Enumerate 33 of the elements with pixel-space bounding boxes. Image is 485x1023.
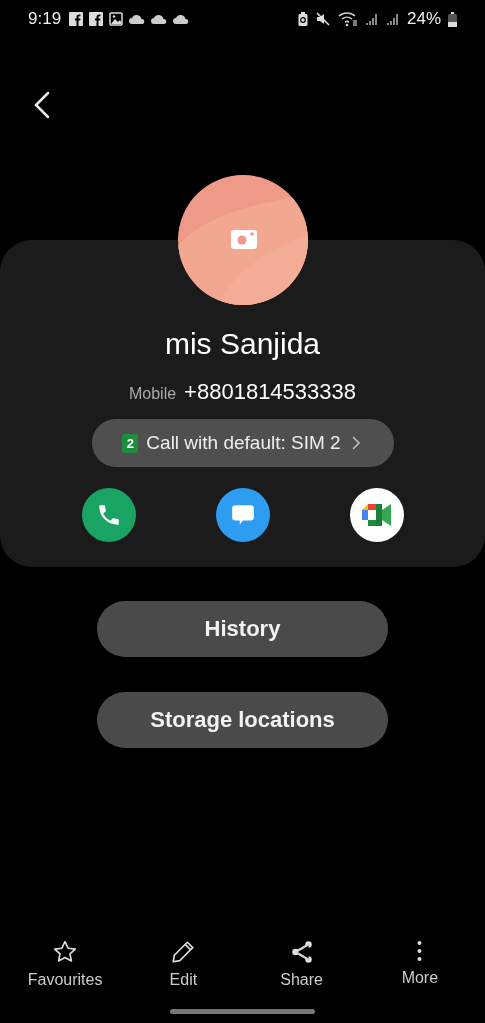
toolbar-button[interactable]: Favourites	[15, 939, 116, 989]
battery-saver-icon	[297, 12, 308, 26]
signal-icon	[364, 12, 379, 26]
default-sim-button[interactable]: 2 Call with default: SIM 2	[91, 419, 394, 467]
sim-badge: 2	[122, 433, 139, 453]
battery-percent: 24%	[406, 9, 441, 29]
section-button[interactable]: History	[97, 601, 388, 657]
battery-icon	[448, 11, 457, 27]
video-call-button[interactable]	[349, 488, 404, 542]
sim-label: Call with default: SIM 2	[146, 432, 341, 454]
more-icon	[417, 939, 423, 963]
mute-icon	[314, 11, 331, 27]
pencil-icon	[170, 939, 197, 965]
image-icon	[109, 12, 124, 26]
message-button[interactable]	[215, 488, 270, 542]
cloud-icon	[129, 14, 146, 24]
clock: 9:19	[28, 9, 62, 29]
toolbar-button[interactable]: Share	[251, 939, 352, 989]
facebook-icon	[69, 12, 84, 26]
back-icon[interactable]	[32, 90, 52, 120]
cloud-icon	[173, 14, 190, 24]
video-camera-icon	[361, 502, 392, 528]
toolbar-button[interactable]: More	[369, 939, 470, 989]
wifi-icon	[337, 11, 358, 27]
phone-label: Mobile	[128, 385, 177, 403]
toolbar-button[interactable]: Edit	[133, 939, 234, 989]
contact-name: mis Sanjida	[164, 327, 321, 361]
signal-icon	[385, 12, 400, 26]
phone-number: +8801814533338	[184, 379, 357, 405]
facebook-icon	[89, 12, 104, 26]
cloud-icon	[151, 14, 168, 24]
section-button[interactable]: Storage locations	[97, 692, 388, 748]
call-button[interactable]	[81, 488, 136, 542]
